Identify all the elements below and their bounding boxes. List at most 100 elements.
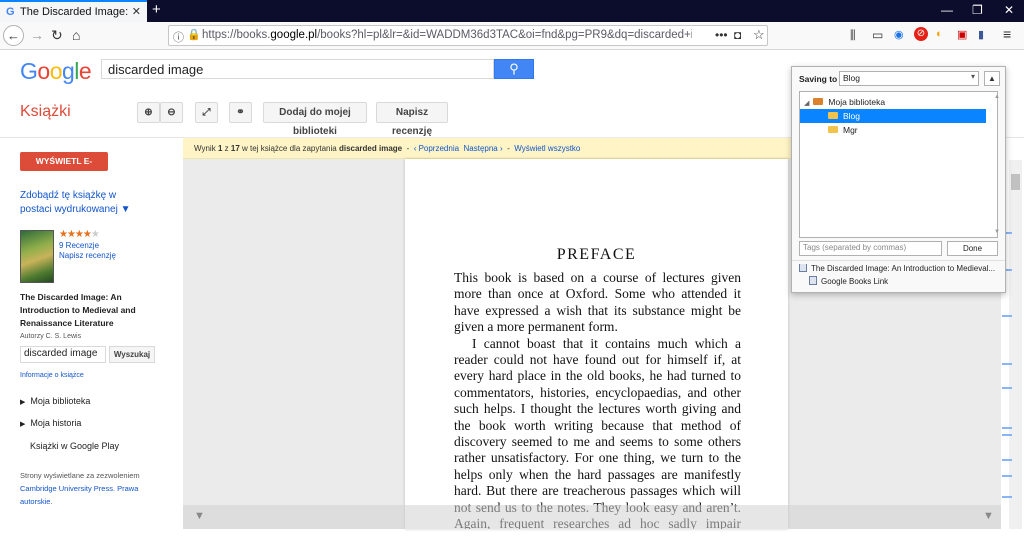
- close-tab-icon[interactable]: ✕: [132, 5, 141, 18]
- viewer-bottom-bar: ▼ ▼: [183, 505, 1001, 529]
- url-bar[interactable]: ⓘ 🔒 https://books.google.pl/books?hl=pl&…: [168, 25, 768, 46]
- book-cover[interactable]: [20, 230, 54, 283]
- extension-icon[interactable]: ◐: [936, 28, 943, 40]
- bookmark-popup: Saving to Blog ▾ ▲ ◢ Moja biblioteka Blog …: [791, 66, 1006, 293]
- library-icon[interactable]: ⫼: [850, 28, 856, 43]
- add-to-library-button[interactable]: Dodaj do mojej biblioteki: [263, 102, 367, 137]
- tree-item-root[interactable]: ◢ Moja biblioteka: [804, 95, 984, 109]
- paragraph: This book is based on a course of lectur…: [454, 270, 741, 335]
- collapse-tree-button[interactable]: ▲: [984, 71, 1000, 86]
- search-hit-marker: [1002, 459, 1012, 461]
- page-text: This book is based on a course of lectur…: [454, 270, 741, 529]
- lock-icon[interactable]: 🔒: [187, 28, 201, 41]
- publisher-copyright-link[interactable]: Cambridge University Press. Prawa autors…: [20, 484, 138, 506]
- done-button[interactable]: Done: [947, 241, 998, 256]
- folder-icon: [828, 126, 838, 134]
- previous-result-link[interactable]: ‹ Poprzednia: [414, 144, 459, 153]
- search-icon: ⚲: [509, 61, 519, 76]
- search-hit-marker: [1002, 427, 1012, 429]
- google-play-books-link[interactable]: Książki w Google Play: [30, 441, 119, 451]
- page-icon: [799, 264, 807, 273]
- link-icon: ⚭: [236, 107, 245, 118]
- expand-icon: ▶: [20, 399, 26, 406]
- close-window-icon[interactable]: ✕: [1004, 3, 1014, 17]
- fullscreen-icon: ⤢: [202, 107, 211, 118]
- search-hit-marker: [1002, 434, 1012, 436]
- page-actions-icon[interactable]: •••: [715, 28, 728, 42]
- show-all-results-link[interactable]: Wyświetl wszystko: [514, 144, 580, 153]
- previous-page-icon[interactable]: ▼: [194, 510, 205, 522]
- search-input[interactable]: discarded image: [101, 59, 494, 79]
- bookmark-star-icon[interactable]: ☆: [753, 27, 765, 43]
- folder-icon: [828, 112, 838, 120]
- maximize-icon[interactable]: ❐: [972, 3, 983, 17]
- bookmark-link-name: Google Books Link: [809, 276, 888, 286]
- section-title: Książki: [20, 103, 71, 120]
- rating-stars: ★★★★★: [59, 229, 100, 240]
- tab-active[interactable]: G The Discarded Image: An Introdu ✕: [0, 0, 147, 22]
- bookmark-page-title: The Discarded Image: An Introduction to …: [799, 264, 999, 273]
- divider: [792, 260, 1005, 261]
- link-page-icon: [809, 276, 817, 286]
- link-button[interactable]: ⚭: [229, 102, 252, 123]
- google-favicon-icon: G: [6, 6, 15, 18]
- tab-strip: G The Discarded Image: An Introdu ✕ + — …: [0, 0, 1024, 22]
- fullscreen-button[interactable]: ⤢: [195, 102, 218, 123]
- new-tab-icon[interactable]: +: [152, 1, 161, 18]
- tree-scrollbar[interactable]: ▲ ▼: [994, 94, 1000, 235]
- book-title: The Discarded Image: An Introduction to …: [20, 292, 136, 328]
- expand-icon: ◢: [804, 100, 810, 107]
- next-result-link[interactable]: Następna ›: [464, 144, 503, 153]
- menu-icon[interactable]: ≡: [1003, 26, 1011, 42]
- search-hit-marker: [1002, 475, 1012, 477]
- zoom-out-icon: ⊖: [167, 107, 176, 118]
- tree-item-mgr[interactable]: Mgr: [800, 123, 986, 137]
- sidebar-icon[interactable]: ▭: [872, 28, 883, 42]
- book-info-link[interactable]: Informacje o książce: [20, 372, 84, 379]
- search-hit-marker: [1002, 363, 1012, 365]
- chevron-down-icon: ▾: [970, 72, 975, 81]
- zoom-in-icon: ⊕: [144, 107, 153, 118]
- forward-icon[interactable]: →: [30, 27, 44, 43]
- home-icon[interactable]: ⌂: [72, 27, 80, 43]
- search-hit-marker: [1002, 315, 1012, 317]
- paragraph: I cannot boast that it contains much whi…: [454, 335, 741, 529]
- google-logo[interactable]: Google: [20, 58, 92, 85]
- my-library-item[interactable]: ▶ Moja biblioteka: [20, 396, 90, 406]
- in-book-search-button[interactable]: Wyszukaj: [109, 346, 155, 363]
- book-authors: Autorzy C. S. Lewis: [20, 333, 82, 340]
- search-button[interactable]: ⚲: [494, 59, 534, 79]
- url-text[interactable]: https://books.google.pl/books?hl=pl&lr=&…: [202, 29, 692, 41]
- folder-tree[interactable]: ◢ Moja biblioteka Blog Mgr ▲ ▼: [799, 91, 1000, 238]
- view-ebook-button[interactable]: WYŚWIETL E-BOOKA: [20, 152, 108, 185]
- search-hit-marker: [1002, 496, 1012, 498]
- pocket-icon[interactable]: ◘: [734, 28, 741, 42]
- permission-note: Strony wyświetlane za zezwoleniem Cambri…: [20, 471, 140, 506]
- get-print-book-link[interactable]: Zdobądź tę książkę w postaci wydrukowane…: [20, 189, 150, 217]
- tree-item-blog[interactable]: Blog: [800, 109, 986, 123]
- in-book-search-input[interactable]: discarded image: [20, 346, 106, 363]
- next-page-icon[interactable]: ▼: [983, 510, 994, 522]
- extension-icon[interactable]: ◉: [894, 28, 904, 41]
- zoom-in-button[interactable]: ⊕: [137, 102, 160, 123]
- adblock-icon[interactable]: ⊘: [914, 27, 928, 41]
- info-icon[interactable]: ⓘ: [173, 29, 184, 45]
- search-hit-marker: [1002, 387, 1012, 389]
- chevron-up-icon: ▲: [988, 74, 996, 83]
- tags-input[interactable]: Tags (separated by commas): [799, 241, 942, 256]
- folder-select[interactable]: Blog ▾: [839, 71, 979, 86]
- minimize-icon[interactable]: —: [941, 3, 953, 17]
- write-review-link[interactable]: Napisz recenzję: [59, 251, 116, 260]
- tab-title: The Discarded Image: An Introdu: [20, 6, 130, 18]
- reload-icon[interactable]: ↻: [51, 27, 63, 44]
- back-icon[interactable]: ←: [3, 25, 24, 46]
- zoom-out-button[interactable]: ⊖: [160, 102, 183, 123]
- scrollbar-thumb[interactable]: [1011, 174, 1020, 190]
- write-review-button[interactable]: Napisz recenzję: [376, 102, 448, 137]
- extension-icon[interactable]: ▣: [957, 28, 967, 41]
- extension-icon[interactable]: ▮: [978, 28, 984, 41]
- reviews-link[interactable]: 9 Recenzje: [59, 241, 99, 250]
- my-history-item[interactable]: ▶ Moja historia: [20, 418, 81, 428]
- book-page: PREFACE This book is based on a course o…: [405, 159, 788, 529]
- viewer-scrollbar[interactable]: [1009, 160, 1022, 529]
